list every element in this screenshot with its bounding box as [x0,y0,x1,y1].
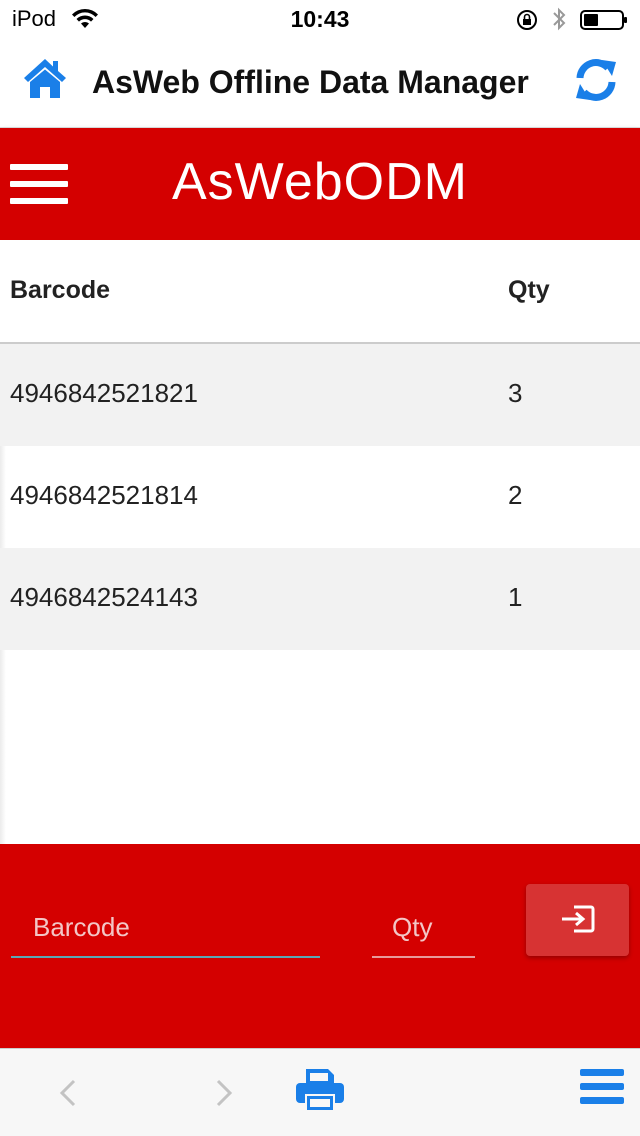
cell-barcode: 4946842521814 [10,480,198,510]
submit-button[interactable] [526,884,629,956]
battery-icon [580,10,627,30]
app-bar: AsWeb Offline Data Manager [0,40,640,128]
table-header: Barcode Qty [0,240,640,344]
print-icon[interactable] [294,1065,346,1113]
table-row[interactable]: 4946842521821 3 [0,344,640,446]
cell-qty: 2 [508,480,523,510]
entry-panel [0,844,640,1048]
browser-toolbar [0,1048,640,1136]
cell-qty: 3 [508,378,523,408]
home-icon[interactable] [22,56,68,100]
cell-barcode: 4946842524143 [10,582,198,612]
back-icon[interactable] [54,1073,80,1113]
status-bar: iPod 10:43 [0,0,640,40]
brand-title: AsWebODM [172,153,468,211]
sign-in-icon [562,905,595,933]
forward-icon[interactable] [212,1073,238,1113]
qty-input[interactable] [372,898,475,958]
cell-qty: 1 [508,582,523,612]
cell-barcode: 4946842521821 [10,378,198,408]
column-header-barcode: Barcode [10,276,111,304]
barcode-input[interactable] [11,898,320,958]
table-row[interactable]: 4946842521814 2 [0,446,640,548]
column-header-qty: Qty [508,276,550,304]
refresh-icon[interactable] [572,56,620,104]
scan-table: Barcode Qty 4946842521821 3 494684252181… [0,240,640,650]
app-title: AsWeb Offline Data Manager [92,64,529,100]
bluetooth-icon [553,7,566,31]
clock: 10:43 [290,6,350,32]
orientation-lock-icon [517,10,537,30]
app-header: AsWebODM [0,128,640,240]
table-row[interactable]: 4946842524143 1 [0,548,640,650]
menu-icon[interactable] [580,1067,624,1107]
